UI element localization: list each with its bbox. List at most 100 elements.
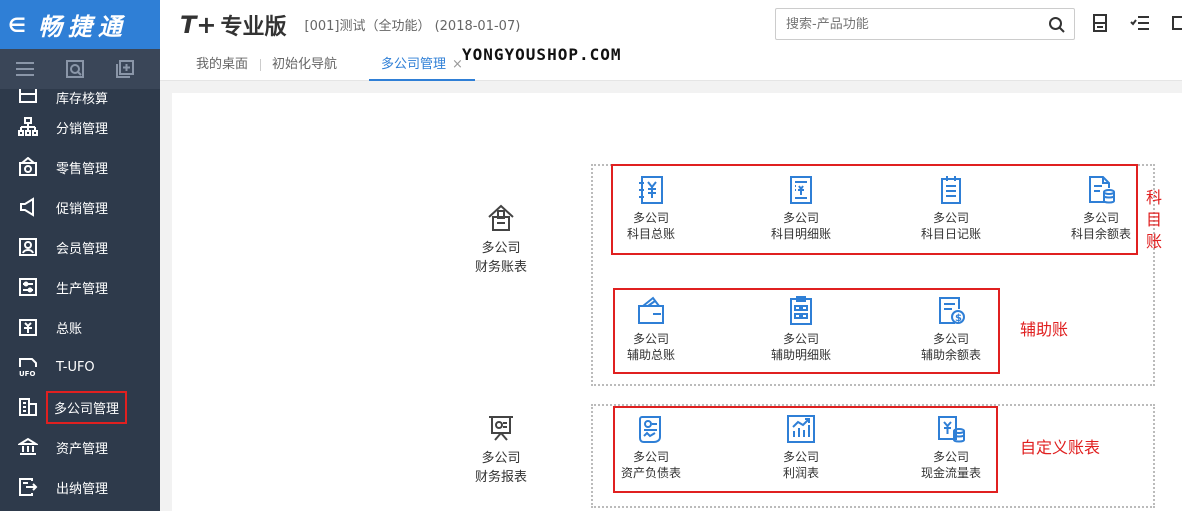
sidebar-tools [0,49,160,89]
menu-icon[interactable] [16,61,34,77]
tab-desktop[interactable]: 我的桌面 [184,49,260,81]
sidebar-item-label: T-UFO [56,359,95,375]
house-books-icon [488,204,514,231]
cell-line1: 多公司 [782,450,819,464]
cell-line1: 多公司 [1082,211,1119,225]
logo-mark: T+ [180,10,217,39]
sidebar-menu: 库存核算 分销管理 零售管理 促销管理 会员管理 生产管理 总账 UFO T-U [0,89,160,507]
group-line2: 财务账表 [474,260,527,275]
sidebar-item-promotion[interactable]: 促销管理 [0,187,160,227]
ufo-icon: UFO [16,355,40,379]
aux-general-ledger[interactable]: 多公司 辅助总账 [596,295,706,363]
watermark: YONGYOUSHOP.COM [462,45,622,64]
sidebar-item-label: 多公司管理 [46,390,128,424]
scroll-doc-icon [639,416,661,443]
retail-icon [16,155,40,179]
yen-detail-icon [790,176,812,204]
sidebar-item-label: 分销管理 [56,121,109,137]
dollar-doc-icon: $ [939,297,965,324]
cashier-icon [16,475,40,499]
production-icon [16,275,40,299]
bar-chart-icon [787,415,815,443]
sidebar-item-label: 资产管理 [56,441,109,457]
presentation-icon [489,416,513,441]
sidebar-item-label: 出纳管理 [56,481,109,497]
group-finance-reports[interactable]: 多公司 财务报表 [461,413,541,487]
subject-journal[interactable]: 多公司 科目日记账 [896,174,1006,242]
cell-line2: 科目日记账 [920,227,981,241]
sidebar-item-label: 生产管理 [56,281,109,297]
cell-line2: 科目总账 [626,227,675,241]
tab-init-nav[interactable]: 初始化导航 [260,49,349,81]
calculator-icon[interactable] [1092,14,1108,32]
group-line2: 财务报表 [474,470,527,485]
sidebar-item-retail[interactable]: 零售管理 [0,147,160,187]
sidebar-item-member[interactable]: 会员管理 [0,227,160,267]
yen-ledger-icon [639,176,663,204]
tab-multi-company[interactable]: 多公司管理 × [369,49,475,81]
yen-coins-icon [938,416,965,443]
sidebar-item-tufo[interactable]: UFO T-UFO [0,347,160,387]
top-header: T+ 专业版 [001]测试（全功能） (2018-01-07) [160,0,1182,49]
cell-line2: 辅助余额表 [920,348,981,362]
inventory-icon [16,89,40,107]
cell-line2: 利润表 [782,466,819,480]
report-cash-flow[interactable]: 多公司 现金流量表 [896,413,1006,481]
sidebar-item-production[interactable]: 生产管理 [0,267,160,307]
report-balance-sheet[interactable]: 多公司 资产负债表 [596,413,706,481]
window-icon[interactable] [1172,14,1182,32]
aux-balance-sheet[interactable]: $ 多公司 辅助余额表 [896,295,1006,363]
sidebar-item-label: 会员管理 [56,241,109,257]
checklist-icon[interactable] [1130,14,1150,32]
subject-detail-ledger[interactable]: 多公司 科目明细账 [746,174,856,242]
asset-icon [16,435,40,459]
aux-detail-ledger[interactable]: 多公司 辅助明细账 [746,295,856,363]
annotation-char: 目 [1145,210,1162,229]
brand-bar[interactable]: ∈ 畅捷通 [0,0,160,49]
distribution-icon [16,115,40,139]
sidebar-item-cashier[interactable]: 出纳管理 [0,467,160,507]
svg-text:$: $ [955,313,962,324]
cell-line2: 科目余额表 [1070,227,1131,241]
sidebar-item-inventory[interactable]: 库存核算 [0,89,160,107]
sidebar-item-multi-company[interactable]: 多公司管理 [0,387,160,427]
search-doc-icon[interactable] [66,60,84,78]
header-icons [1092,14,1182,32]
cell-line2: 辅助总账 [626,348,675,362]
sidebar: ∈ 畅捷通 库存核算 分销管理 零售管理 促销管理 会员管理 生产管理 总账 U… [0,0,160,511]
account-info[interactable]: [001]测试（全功能） (2018-01-07) [305,15,521,34]
sidebar-item-label: 库存核算 [56,92,109,107]
search-box[interactable] [775,8,1075,40]
product-logo: T+ 专业版 [180,9,287,41]
annotation-aux: 辅助账 [1020,320,1069,339]
sidebar-item-label: 总账 [56,321,83,337]
sidebar-item-asset[interactable]: 资产管理 [0,427,160,467]
journal-icon [941,176,961,204]
form-grid-icon [790,296,812,325]
group-line1: 多公司 [481,241,521,256]
annotation-char: 账 [1145,232,1162,251]
search-input[interactable] [786,16,1036,32]
cell-line1: 多公司 [932,450,969,464]
sidebar-item-ledger[interactable]: 总账 [0,307,160,347]
brand-name: 畅捷通 [37,13,128,41]
group-finance-books[interactable]: 多公司 财务账表 [461,203,541,277]
annotation-char: 科 [1145,188,1162,207]
subject-general-ledger[interactable]: 多公司 科目总账 [596,174,706,242]
sidebar-item-distribution[interactable]: 分销管理 [0,107,160,147]
cell-line1: 多公司 [782,332,819,346]
cell-line2: 科目明细账 [770,227,831,241]
search-icon[interactable] [1048,16,1066,34]
group-line1: 多公司 [481,451,521,466]
annotation-subject: 科 目 账 [1145,187,1163,253]
report-income-statement[interactable]: 多公司 利润表 [746,413,856,481]
subject-balance-sheet[interactable]: 多公司 科目余额表 [1046,174,1156,242]
add-doc-icon[interactable] [116,60,134,78]
back-icon[interactable]: ∈ [8,13,26,37]
ledger-icon [16,315,40,339]
promotion-icon [16,195,40,219]
cell-line1: 多公司 [782,211,819,225]
logo-text: 专业版 [220,14,287,40]
cell-line2: 辅助明细账 [770,348,831,362]
cell-line1: 多公司 [932,332,969,346]
